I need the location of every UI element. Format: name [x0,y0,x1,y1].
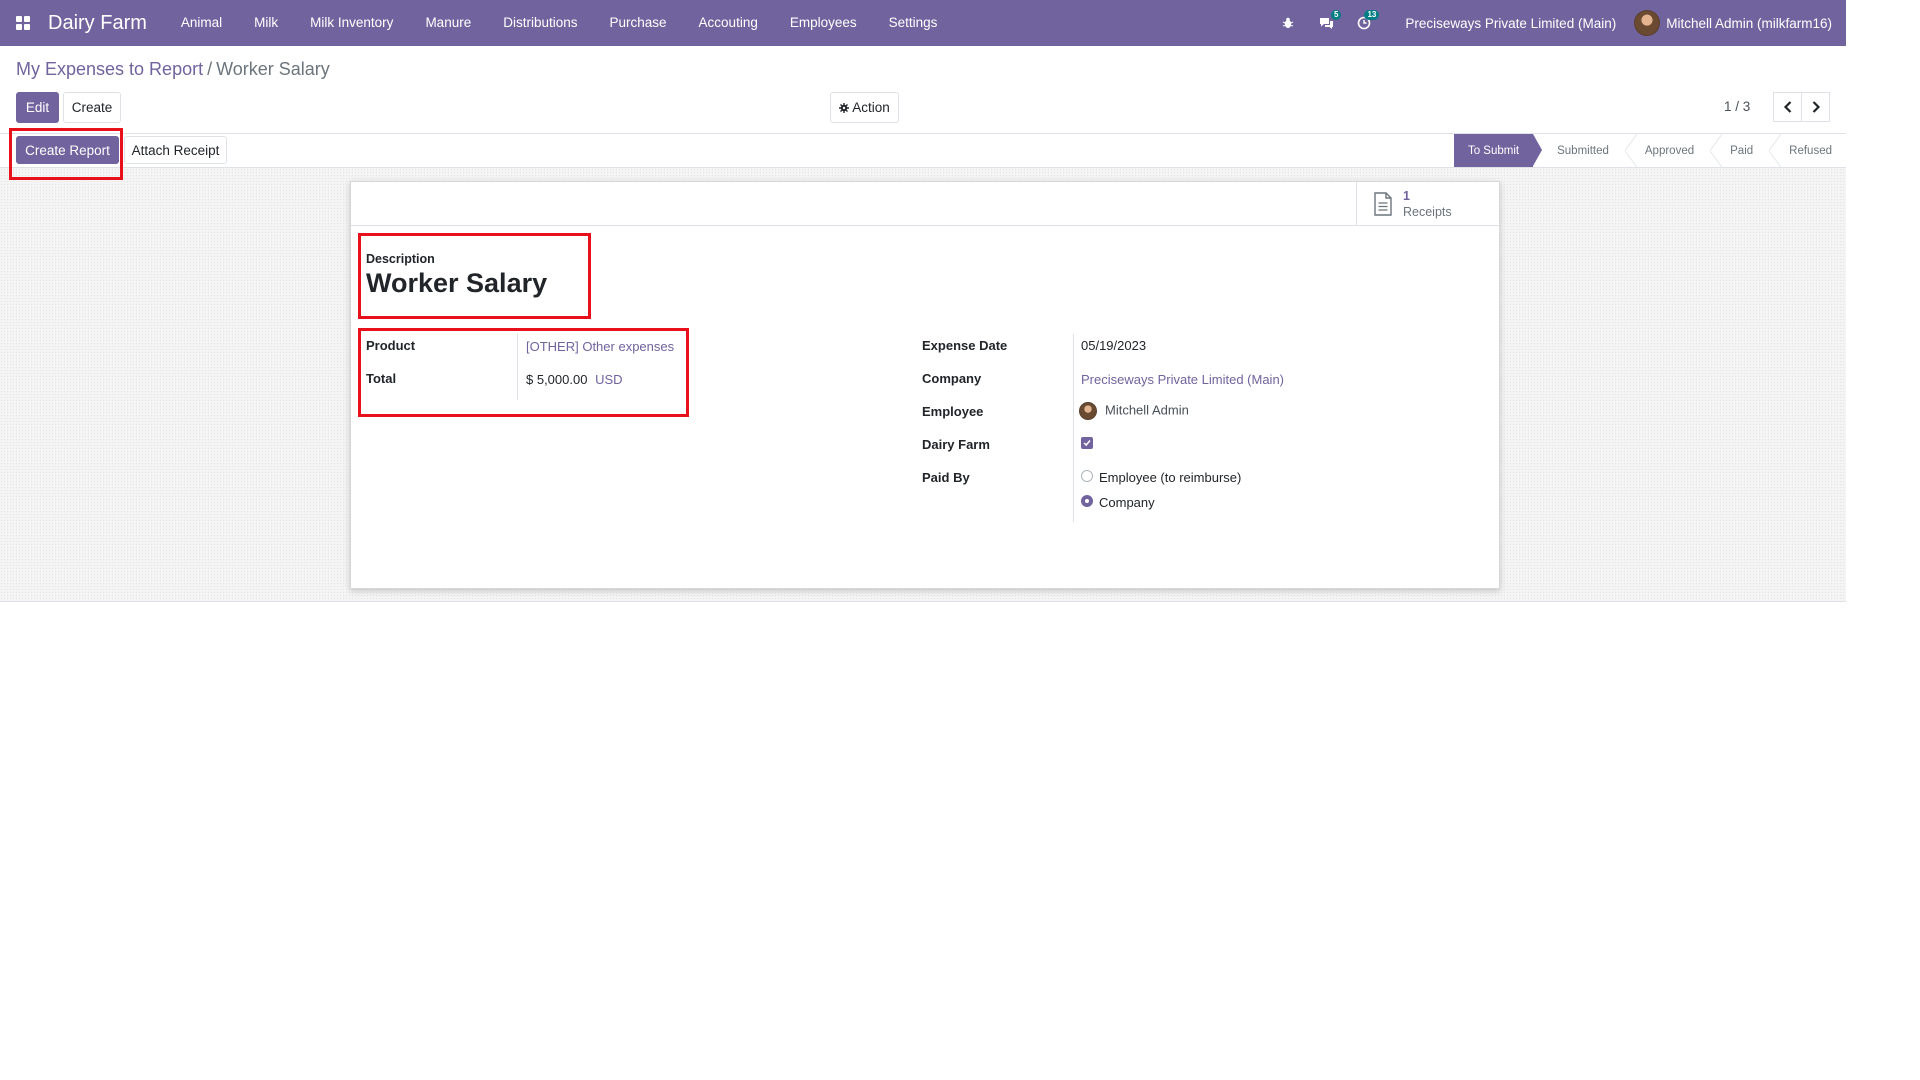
status-step-to-submit[interactable]: To Submit [1453,134,1543,167]
activities-count-badge: 13 [1364,10,1380,20]
total-field[interactable]: $ 5,000.00 USD [526,372,623,387]
action-button[interactable]: Action [830,92,899,123]
action-label: Action [852,100,890,115]
bug-icon[interactable] [1269,0,1307,46]
employee-label: Employee [922,404,984,419]
breadcrumb: My Expenses to Report / Worker Salary [16,59,330,80]
menu-item-employees[interactable]: Employees [774,0,873,46]
breadcrumb-separator: / [207,59,213,79]
product-field[interactable]: [OTHER] Other expenses [526,339,674,354]
messages-count-badge: 5 [1330,10,1342,20]
status-step-approved[interactable]: Approved [1623,134,1708,167]
menu-item-settings[interactable]: Settings [873,0,954,46]
employee-field[interactable]: Mitchell Admin [1079,402,1189,420]
receipts-stat: 1 Receipts [1403,188,1452,220]
company-label: Company [922,371,982,386]
create-report-button[interactable]: Create Report [16,136,119,164]
breadcrumb-parent[interactable]: My Expenses to Report [16,59,203,79]
menu-item-milk-inventory[interactable]: Milk Inventory [294,0,409,46]
user-name: Mitchell Admin (milkfarm16) [1666,15,1832,31]
employee-avatar [1079,402,1097,420]
description-field[interactable]: Worker Salary [366,268,547,299]
paid-by-employee-radio[interactable] [1081,470,1093,482]
paid-by-label: Paid By [922,470,970,485]
paid-by-company-label[interactable]: Company [1099,495,1155,510]
expense-date-label: Expense Date [922,338,1008,353]
apps-grid-icon[interactable] [0,0,46,46]
menu-item-accouting[interactable]: Accouting [683,0,774,46]
chat-icon[interactable]: 5 [1307,0,1345,46]
company-switcher[interactable]: Preciseways Private Limited (Main) [1383,16,1634,31]
left-group-divider [517,334,518,400]
receipts-label: Receipts [1403,205,1452,219]
check-icon [1083,440,1091,447]
currency-field[interactable]: USD [595,372,622,387]
pager-next-button[interactable] [1801,92,1830,122]
total-label: Total [366,371,397,386]
clock-icon[interactable]: 13 [1345,0,1383,46]
paid-by-employee-label[interactable]: Employee (to reimburse) [1099,470,1241,485]
dairy-farm-checkbox[interactable] [1081,437,1093,449]
product-label: Product [366,338,416,353]
app-brand[interactable]: Dairy Farm [48,12,147,35]
right-group-divider [1073,334,1074,522]
create-button[interactable]: Create [63,92,121,123]
user-menu[interactable]: Mitchell Admin (milkfarm16) [1634,10,1846,36]
menu-item-purchase[interactable]: Purchase [594,0,683,46]
document-icon [1374,192,1392,216]
status-step-submitted[interactable]: Submitted [1533,134,1623,167]
attach-receipt-button[interactable]: Attach Receipt [124,136,227,164]
chevron-left-icon [1783,101,1791,113]
main-menu: Animal Milk Milk Inventory Manure Distri… [165,0,954,46]
dairy-farm-label: Dairy Farm [922,437,990,452]
receipts-count: 1 [1403,189,1410,203]
description-label: Description [366,252,435,266]
menu-item-animal[interactable]: Animal [165,0,238,46]
status-step-paid[interactable]: Paid [1708,134,1767,167]
total-amount: $ 5,000.00 [526,372,588,387]
breadcrumb-current: Worker Salary [216,59,330,79]
pager-previous-button[interactable] [1773,92,1802,122]
status-step-refused[interactable]: Refused [1767,134,1846,167]
status-steps: To Submit Submitted Approved Paid Refuse… [1453,134,1846,167]
menu-item-distributions[interactable]: Distributions [487,0,593,46]
gear-icon [839,102,850,113]
form-statusbar: Create Report Attach Receipt To Submit S… [0,133,1846,168]
user-avatar [1634,10,1661,36]
company-field[interactable]: Preciseways Private Limited (Main) [1081,372,1284,387]
pager-value[interactable]: 1 / 3 [1724,99,1750,114]
navbar-systray: 5 13 Preciseways Private Limited (Main) … [1269,0,1846,46]
receipts-smart-button[interactable]: 1 Receipts [1356,182,1499,226]
top-navbar: Dairy Farm Animal Milk Milk Inventory Ma… [0,0,1846,46]
paid-by-company-radio[interactable] [1081,495,1093,507]
employee-name: Mitchell Admin [1105,402,1189,418]
edit-button[interactable]: Edit [16,92,59,123]
menu-item-manure[interactable]: Manure [409,0,487,46]
chevron-right-icon [1812,101,1820,113]
smart-button-box: 1 Receipts [351,182,1499,226]
expense-date-field[interactable]: 05/19/2023 [1081,338,1146,353]
menu-item-milk[interactable]: Milk [238,0,294,46]
